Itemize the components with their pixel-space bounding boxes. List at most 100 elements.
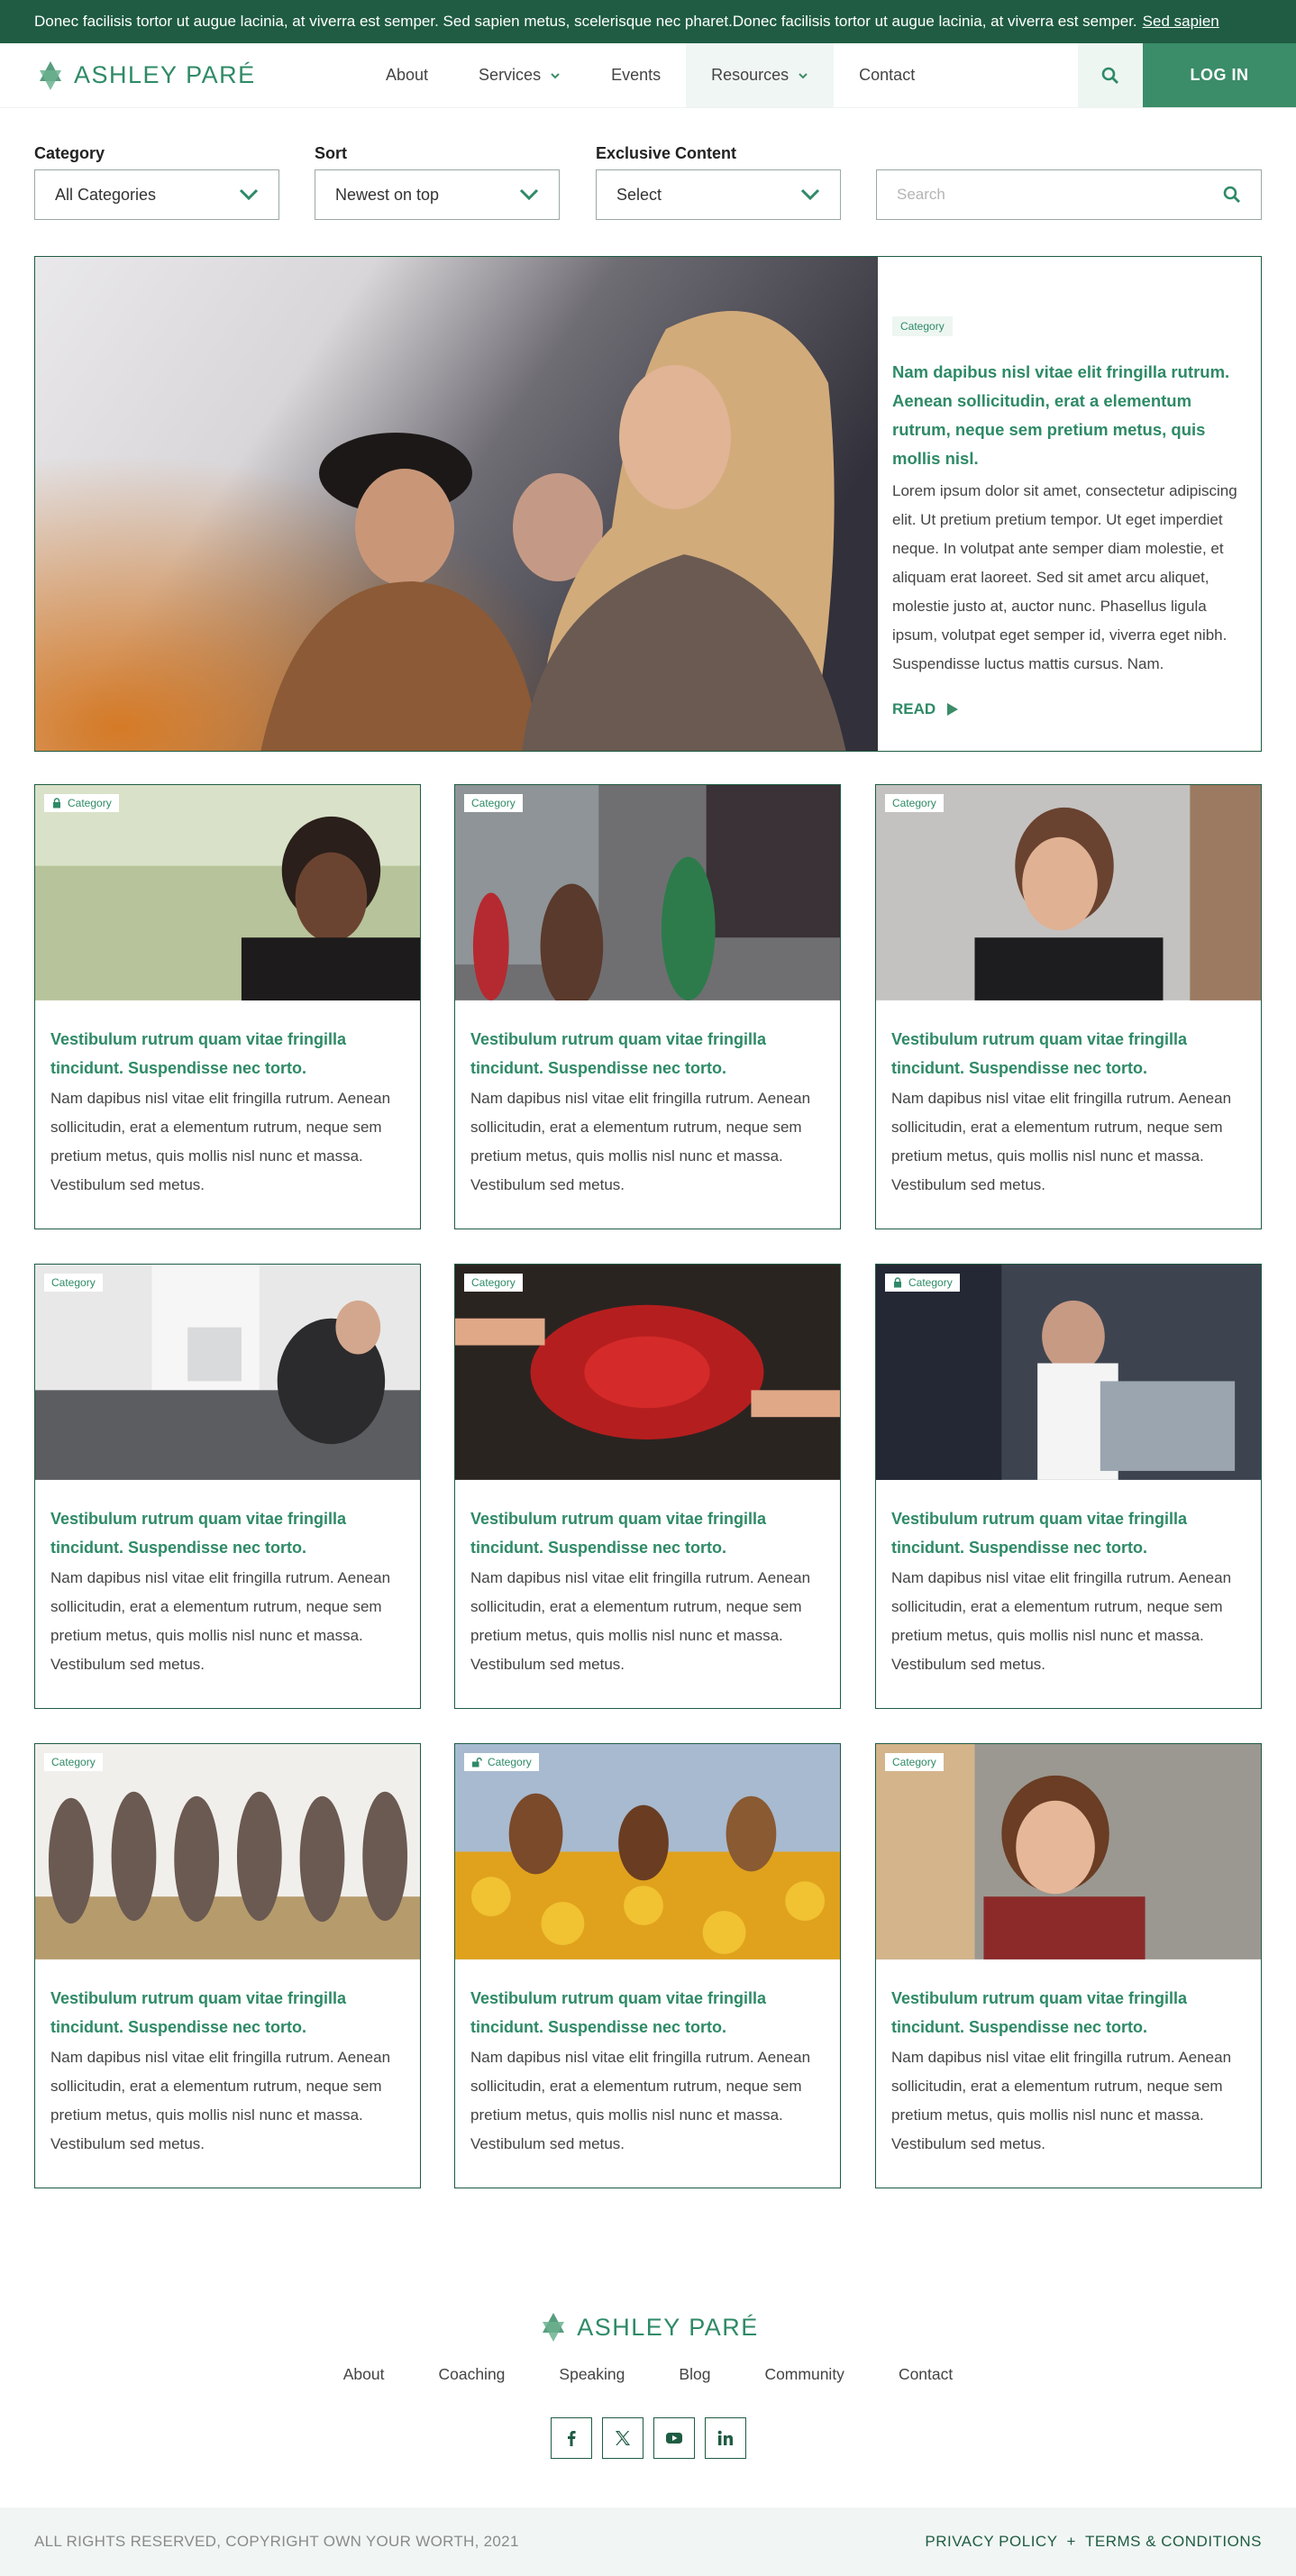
card-category-tag[interactable]: Category [885, 794, 944, 812]
category-select[interactable]: All Categories [34, 169, 279, 220]
card-image: Category [876, 1265, 1261, 1481]
legal-links: PRIVACY POLICY + TERMS & CONDITIONS [925, 2533, 1262, 2551]
x-button[interactable] [601, 2417, 643, 2459]
nav-item-services[interactable]: Services [453, 43, 587, 107]
exclusive-value: Select [616, 185, 662, 204]
top-navigation: ASHLEY PARÉ About Services Events Resour… [0, 43, 1296, 108]
card-category-tag[interactable]: Category [44, 1274, 103, 1292]
lock-icon [53, 798, 60, 808]
chevron-down-icon [239, 188, 259, 201]
footer-link-speaking[interactable]: Speaking [559, 2365, 625, 2384]
article-card[interactable]: Category Vestibulum rutrum quam vitae fri… [34, 1264, 421, 1709]
card-title[interactable]: Vestibulum rutrum quam vitae fringilla t… [470, 1025, 824, 1082]
card-category-tag[interactable]: Category [44, 1753, 103, 1771]
footer-link-about[interactable]: About [343, 2365, 385, 2384]
card-image: Category [455, 1265, 840, 1481]
search-field[interactable] [876, 169, 1262, 220]
article-card[interactable]: Category Vestibulum rutrum quam vitae fri… [454, 784, 841, 1229]
youtube-button[interactable] [653, 2417, 695, 2459]
footer-link-community[interactable]: Community [764, 2365, 844, 2384]
article-card[interactable]: Category Vestibulum rutrum quam vitae fri… [875, 1743, 1262, 2188]
card-excerpt: Nam dapibus nisl vitae elit fringilla ru… [50, 1090, 391, 1193]
read-link[interactable]: READ [892, 700, 1246, 718]
card-image: Category [35, 785, 420, 1001]
card-category-label: Category [471, 1276, 516, 1289]
nav-label: Resources [711, 66, 789, 84]
play-arrow-icon [947, 703, 959, 716]
card-excerpt: Nam dapibus nisl vitae elit fringilla ru… [470, 1090, 811, 1193]
terms-link[interactable]: TERMS & CONDITIONS [1085, 2533, 1262, 2550]
card-image: Category [35, 1265, 420, 1481]
lock-icon [894, 1277, 901, 1288]
article-card[interactable]: Category Vestibulum rutrum quam vitae fri… [34, 1743, 421, 2188]
unlock-icon [472, 1758, 482, 1768]
nav-label: Events [611, 66, 662, 84]
sort-label: Sort [315, 144, 347, 162]
login-button[interactable]: LOG IN [1143, 43, 1296, 107]
chevron-down-icon [800, 188, 820, 201]
card-category-tag[interactable]: Category [885, 1274, 960, 1292]
footer-link-blog[interactable]: Blog [679, 2365, 710, 2384]
card-title[interactable]: Vestibulum rutrum quam vitae fringilla t… [891, 1025, 1245, 1082]
footer-link-coaching[interactable]: Coaching [438, 2365, 505, 2384]
nav-item-events[interactable]: Events [586, 43, 686, 107]
featured-category-tag[interactable]: Category [892, 316, 953, 336]
card-category-tag[interactable]: Category [464, 794, 523, 812]
card-excerpt: Nam dapibus nisl vitae elit fringilla ru… [50, 2049, 391, 2152]
card-category-tag[interactable]: Category [44, 794, 119, 812]
article-card[interactable]: Category Vestibulum rutrum quam vitae fri… [454, 1264, 841, 1709]
card-title[interactable]: Vestibulum rutrum quam vitae fringilla t… [891, 1984, 1245, 2042]
nav-item-resources[interactable]: Resources [686, 43, 835, 107]
card-excerpt: Nam dapibus nisl vitae elit fringilla ru… [891, 1090, 1232, 1193]
header-search-button[interactable] [1078, 43, 1143, 107]
search-icon[interactable] [1223, 186, 1241, 204]
card-title[interactable]: Vestibulum rutrum quam vitae fringilla t… [50, 1504, 404, 1562]
linkedin-icon [717, 2430, 733, 2445]
card-title[interactable]: Vestibulum rutrum quam vitae fringilla t… [470, 1984, 824, 2042]
card-excerpt: Nam dapibus nisl vitae elit fringilla ru… [470, 2049, 811, 2152]
sort-filter: Sort Newest on top [315, 144, 560, 220]
exclusive-label: Exclusive Content [596, 144, 737, 162]
card-category-tag[interactable]: Category [464, 1753, 539, 1771]
facebook-button[interactable] [550, 2417, 592, 2459]
nav-item-about[interactable]: About [361, 43, 453, 107]
footer-logo[interactable]: ASHLEY PARÉ [0, 2311, 1296, 2343]
sort-select[interactable]: Newest on top [315, 169, 560, 220]
announcement-text: Donec facilisis tortor ut augue lacinia,… [34, 13, 1137, 30]
featured-article[interactable]: Category Nam dapibus nisl vitae elit fri… [34, 256, 1262, 752]
read-label: READ [892, 700, 936, 717]
article-card[interactable]: Category Vestibulum rutrum quam vitae fri… [875, 784, 1262, 1229]
nav-item-contact[interactable]: Contact [834, 43, 940, 107]
sort-value: Newest on top [335, 185, 440, 204]
featured-title[interactable]: Nam dapibus nisl vitae elit fringilla ru… [892, 358, 1246, 473]
article-card[interactable]: Category Vestibulum rutrum quam vitae fri… [454, 1743, 841, 2188]
card-title[interactable]: Vestibulum rutrum quam vitae fringilla t… [50, 1025, 404, 1082]
article-card[interactable]: Category Vestibulum rutrum quam vitae fri… [34, 784, 421, 1229]
article-card[interactable]: Category Vestibulum rutrum quam vitae fri… [875, 1264, 1262, 1709]
footer-link-contact[interactable]: Contact [899, 2365, 953, 2384]
privacy-policy-link[interactable]: PRIVACY POLICY [925, 2533, 1057, 2550]
card-title[interactable]: Vestibulum rutrum quam vitae fringilla t… [50, 1984, 404, 2042]
footer-navigation: About Coaching Speaking Blog Community C… [0, 2365, 1296, 2384]
card-image: Category [876, 785, 1261, 1001]
brand-logo[interactable]: ASHLEY PARÉ [0, 43, 361, 107]
card-category-label: Category [51, 1276, 96, 1289]
card-category-tag[interactable]: Category [464, 1274, 523, 1292]
filter-bar: Category All Categories Sort Newest on t… [34, 144, 1262, 220]
card-image: Category [455, 785, 840, 1001]
category-value: All Categories [55, 185, 157, 204]
announcement-link[interactable]: Sed sapien [1143, 13, 1219, 31]
search-input[interactable] [897, 186, 1167, 204]
card-title[interactable]: Vestibulum rutrum quam vitae fringilla t… [470, 1504, 824, 1562]
copyright-text: ALL RIGHTS RESERVED, COPYRIGHT OWN YOUR … [34, 2533, 519, 2550]
card-category-label: Category [471, 797, 516, 809]
card-title[interactable]: Vestibulum rutrum quam vitae fringilla t… [891, 1504, 1245, 1562]
star-logo-icon [543, 2313, 565, 2342]
exclusive-select[interactable]: Select [596, 169, 841, 220]
main-menu: About Services Events Resources Contact [361, 43, 940, 107]
linkedin-button[interactable] [704, 2417, 746, 2459]
card-category-tag[interactable]: Category [885, 1753, 944, 1771]
footer-brand-name: ASHLEY PARÉ [577, 2313, 759, 2341]
card-excerpt: Nam dapibus nisl vitae elit fringilla ru… [50, 1569, 391, 1673]
search-icon [1101, 67, 1118, 84]
